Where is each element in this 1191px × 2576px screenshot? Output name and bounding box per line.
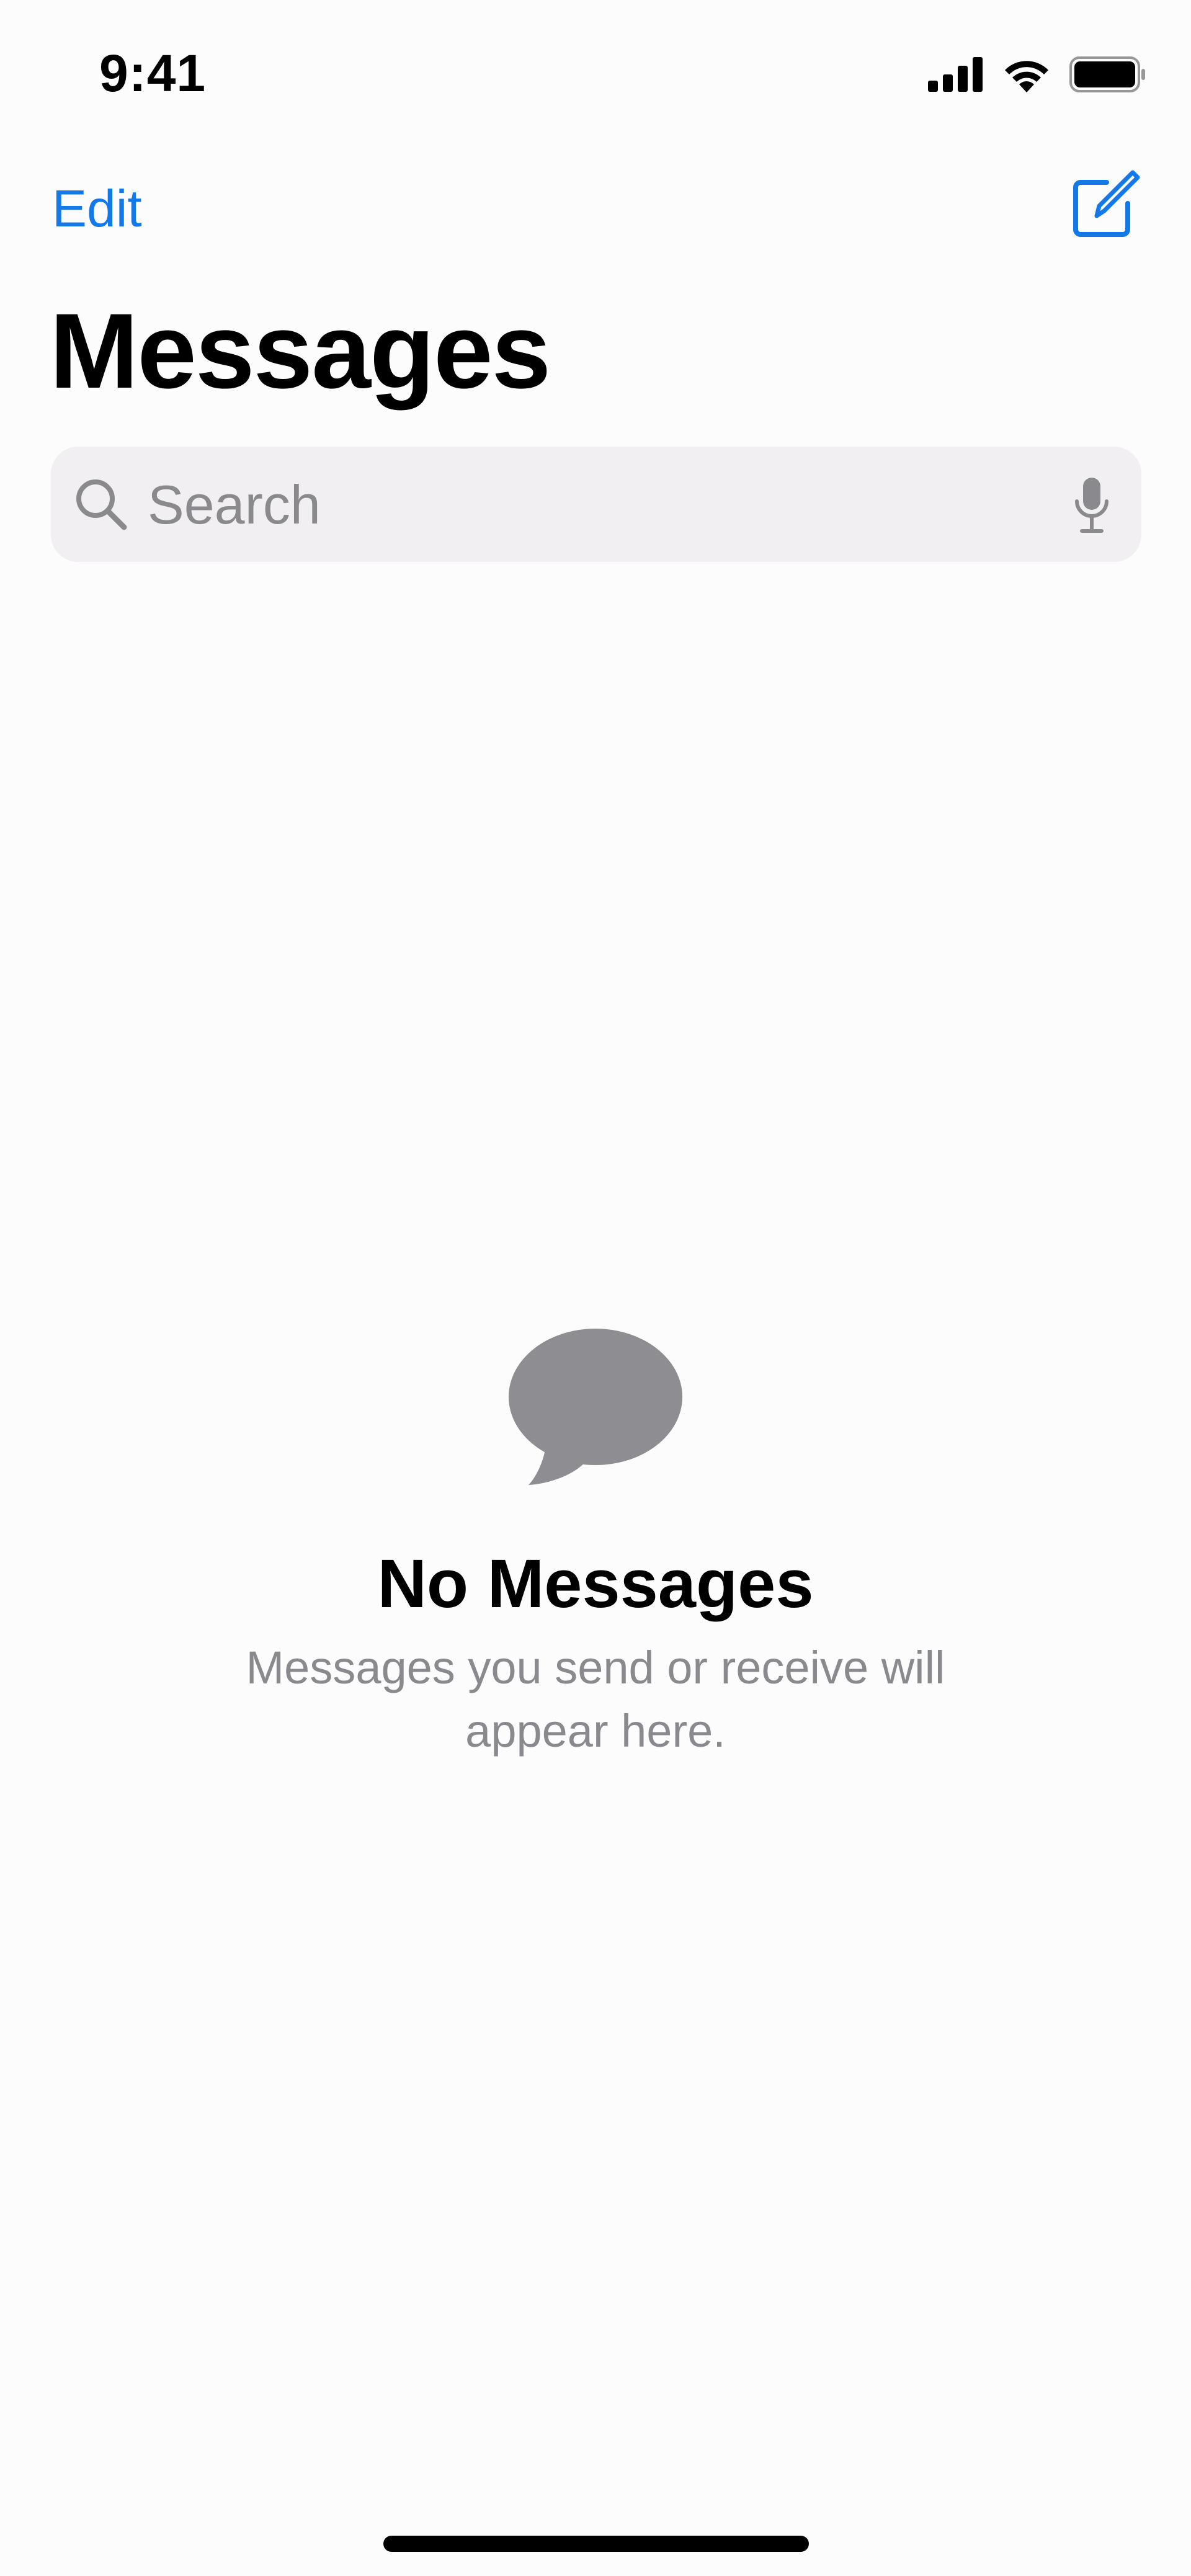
wifi-icon	[1005, 61, 1048, 92]
empty-state-title: No Messages	[377, 1546, 814, 1622]
empty-state-subtitle: Messages you send or receive will appear…	[246, 1642, 945, 1757]
cellular-signal-icon	[928, 57, 983, 92]
search-bar[interactable]	[51, 447, 1141, 562]
status-time: 9:41	[99, 44, 207, 102]
home-indicator[interactable]	[383, 2536, 809, 2552]
messages-screen: 9:41 Edit Messages Search No Messages Me…	[0, 0, 1191, 2576]
search-input[interactable]	[148, 474, 1016, 536]
microphone-icon[interactable]	[1073, 476, 1110, 535]
compose-icon[interactable]	[1067, 169, 1141, 243]
message-bubble-icon	[509, 1329, 682, 1485]
search-icon	[76, 479, 127, 530]
page-title: Messages	[50, 292, 551, 411]
status-icons	[928, 50, 1146, 99]
edit-button[interactable]: Edit	[52, 179, 142, 239]
battery-icon	[1069, 56, 1145, 92]
